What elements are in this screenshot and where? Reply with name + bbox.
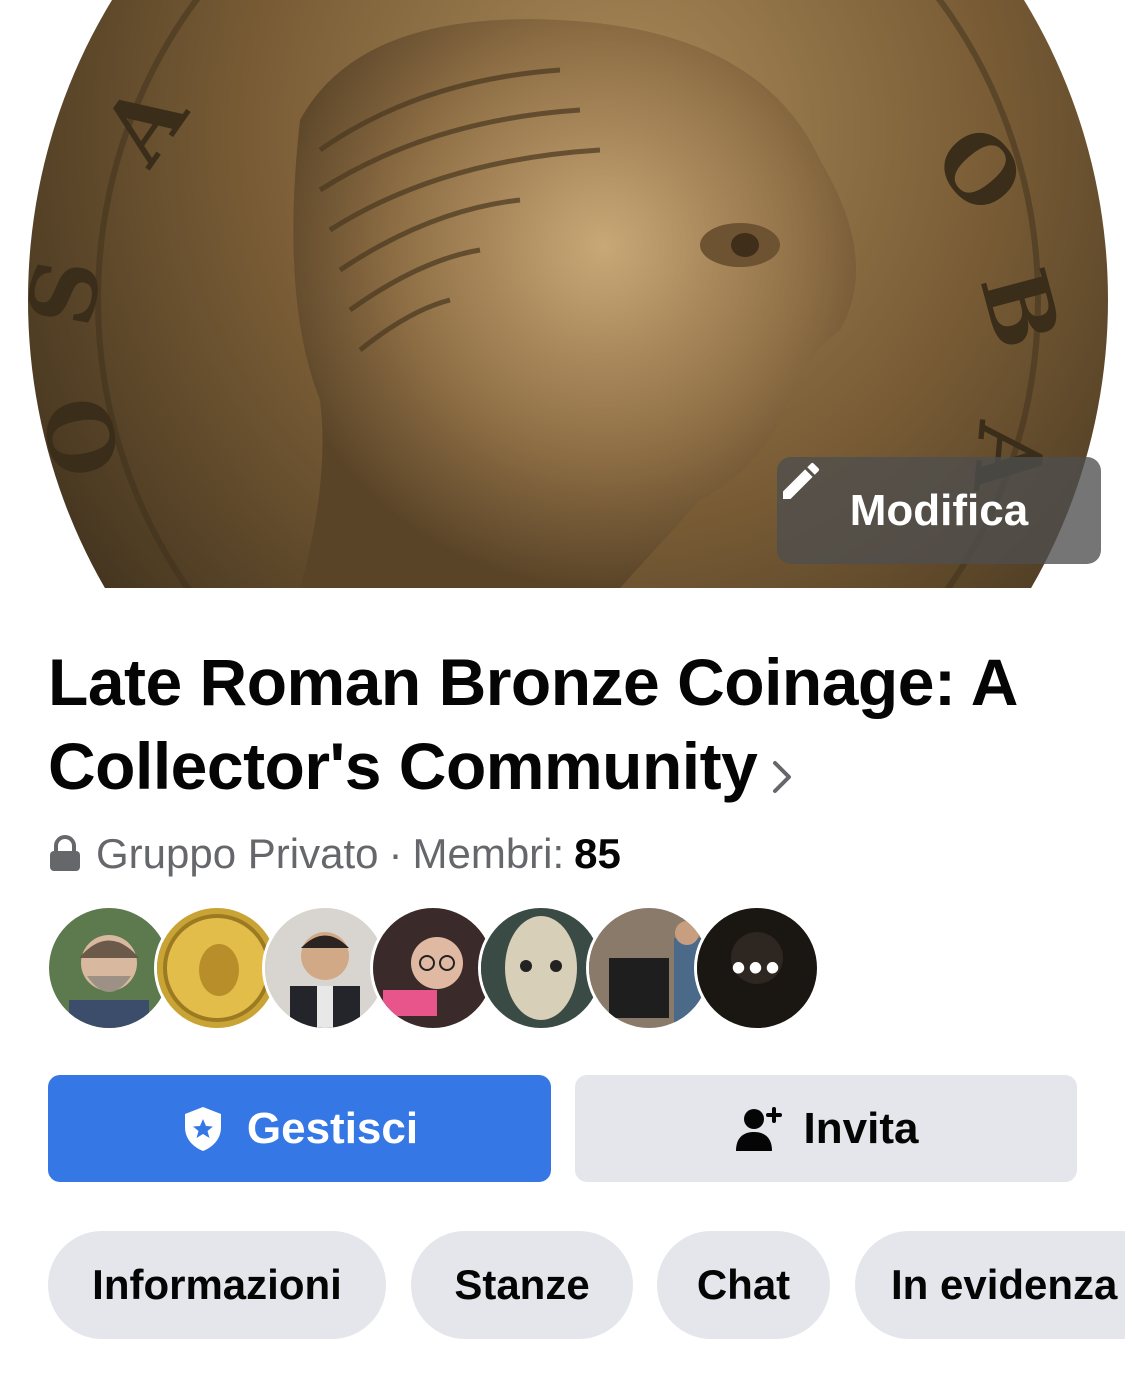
add-person-icon — [735, 1106, 782, 1151]
tab-in-evidenza[interactable]: In evidenza — [855, 1231, 1125, 1339]
tab-stanze[interactable]: Stanze — [411, 1231, 633, 1339]
cover-photo[interactable]: A S O O B A Modifica — [0, 0, 1125, 588]
meta-separator: · — [388, 830, 403, 877]
group-tabs: Informazioni Stanze Chat In evidenza — [48, 1231, 1125, 1339]
invite-label: Invita — [803, 1103, 919, 1153]
chevron-right-icon — [771, 730, 793, 814]
more-members-button[interactable]: ••• — [694, 905, 820, 1031]
shield-star-icon — [184, 1106, 221, 1151]
members-count: 85 — [574, 830, 621, 877]
edit-cover-button[interactable]: Modifica — [777, 457, 1101, 564]
more-members-label: ••• — [731, 945, 783, 990]
manage-button[interactable]: Gestisci — [48, 1075, 551, 1182]
privacy-label: Gruppo Privato — [96, 830, 379, 877]
tab-informazioni[interactable]: Informazioni — [48, 1231, 386, 1339]
invite-button[interactable]: Invita — [575, 1075, 1077, 1182]
group-title[interactable]: Late Roman Bronze Coinage: A Collector's… — [48, 640, 1098, 814]
member-avatars[interactable]: ••• — [46, 905, 826, 1031]
pencil-icon — [783, 462, 820, 499]
manage-label: Gestisci — [246, 1103, 419, 1153]
tab-chat[interactable]: Chat — [657, 1231, 830, 1339]
edit-cover-label: Modifica — [849, 485, 1029, 535]
members-label: Membri: — [412, 830, 565, 877]
group-meta: Gruppo Privato · Membri: 85 — [48, 826, 621, 882]
group-name: Late Roman Bronze Coinage: A Collector's… — [48, 645, 1016, 803]
lock-icon — [50, 835, 80, 871]
